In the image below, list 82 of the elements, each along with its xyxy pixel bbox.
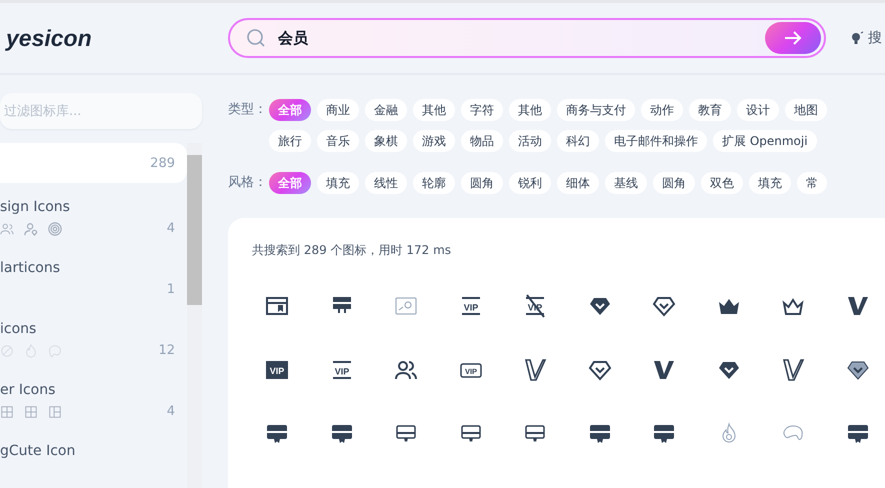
search-icon	[246, 28, 266, 48]
icon-count: 1	[166, 282, 175, 297]
icon-count: 4	[166, 221, 175, 236]
target-icon	[48, 222, 62, 236]
arrow-right-icon	[784, 30, 802, 46]
lightbulb-icon	[850, 31, 864, 45]
library-item[interactable]: larticons 1	[0, 252, 187, 305]
card-ribbon-icon[interactable]	[846, 422, 870, 446]
filter-chip[interactable]: 填充	[317, 172, 359, 194]
grid-icon	[24, 404, 38, 418]
grid-icon	[0, 404, 14, 418]
card-ribbon-icon[interactable]	[652, 422, 676, 446]
filter-chip[interactable]: 音乐	[317, 130, 359, 152]
filter-chip[interactable]: 科幻	[557, 130, 599, 152]
filter-chip[interactable]: 扩展 Openmoji	[713, 130, 817, 152]
library-name: icons	[0, 321, 38, 337]
library-name: larticons	[0, 260, 62, 276]
v-letter-icon[interactable]	[523, 358, 548, 382]
v-letter-icon[interactable]	[781, 358, 806, 382]
users-icon[interactable]	[394, 358, 418, 382]
filter-chip[interactable]: 其他	[509, 99, 551, 121]
filter-chip[interactable]: 设计	[737, 99, 779, 121]
filter-chip[interactable]: 活动	[509, 130, 551, 152]
slash-circle-icon	[0, 344, 14, 358]
bubble-icon	[48, 344, 62, 358]
scrollbar-thumb[interactable]	[187, 155, 202, 305]
library-name: gCute Icon	[0, 443, 76, 459]
filter-chip[interactable]: 金融	[365, 99, 407, 121]
search-button[interactable]	[765, 22, 821, 54]
layout-icon	[48, 404, 62, 418]
vip-icon[interactable]: VIP	[265, 358, 290, 382]
card-ribbon-icon[interactable]	[265, 422, 290, 446]
filter-chip[interactable]: 象棋	[365, 130, 407, 152]
filter-chip[interactable]: 教育	[689, 99, 731, 121]
v-letter-icon[interactable]	[846, 294, 870, 318]
filter-chip[interactable]: 物品	[461, 130, 503, 152]
filter-chip[interactable]: 圆角	[653, 172, 695, 194]
filter-chip[interactable]: 游戏	[413, 130, 455, 152]
gem-icon[interactable]	[652, 294, 676, 318]
browser-bookmark-icon[interactable]	[265, 294, 290, 318]
library-name: sign Icons	[0, 199, 71, 215]
results-summary: 共搜索到 289 个图标，用时 172 ms	[251, 242, 452, 259]
filter-chip[interactable]: 地图	[785, 99, 827, 121]
icon-count: 289	[150, 156, 175, 170]
flame-icon	[24, 344, 38, 358]
icon-count: 12	[158, 343, 175, 358]
filter-chip[interactable]: 旅行	[269, 130, 311, 152]
filter-chip[interactable]: 线性	[365, 172, 407, 194]
card-ribbon-icon[interactable]	[330, 422, 354, 446]
v-letter-icon[interactable]	[652, 358, 676, 382]
filter-chip[interactable]: 字符	[461, 99, 503, 121]
library-item[interactable]: er Icons 4	[0, 374, 187, 427]
filter-chip[interactable]: 细体	[557, 172, 599, 194]
library-item[interactable]: gCute Icon	[0, 435, 187, 467]
filter-field[interactable]: 过滤图标库...	[0, 93, 202, 129]
search-field[interactable]: 会员	[228, 18, 826, 58]
filter-chip[interactable]: 常	[797, 172, 827, 194]
library-item[interactable]: sign Icons 4	[0, 191, 187, 244]
gem-icon[interactable]	[588, 358, 612, 382]
filter-chip[interactable]: 其他	[413, 99, 455, 121]
icon-count: 4	[166, 404, 175, 419]
filter-label: 类型：	[228, 101, 262, 119]
filter-chip[interactable]: 商务与支付	[557, 99, 635, 121]
filter-chip[interactable]: 圆角	[461, 172, 503, 194]
logo[interactable]: yesicon	[0, 24, 228, 52]
filter-chip[interactable]: 基线	[605, 172, 647, 194]
filter-chip[interactable]: 动作	[641, 99, 683, 121]
library-name: er Icons	[0, 382, 56, 398]
filter-chip[interactable]: 轮廓	[413, 172, 455, 194]
filter-chip[interactable]: 锐利	[509, 172, 551, 194]
user-pin-icon	[24, 222, 38, 236]
scrollbar[interactable]	[187, 143, 202, 488]
users-icon	[0, 222, 14, 236]
filter-label: 风格：	[228, 174, 262, 192]
search-input[interactable]: 会员	[276, 28, 755, 48]
filter-chip[interactable]: 双色	[701, 172, 743, 194]
filter-chip[interactable]: 电子邮件和操作	[605, 130, 707, 152]
library-item[interactable]: icons 12	[0, 313, 187, 366]
card-ribbon-icon[interactable]	[588, 422, 612, 446]
filter-chip[interactable]: 填充	[749, 172, 791, 194]
filter-chip[interactable]: 商业	[317, 99, 359, 121]
search-hint: 搜	[868, 29, 882, 47]
